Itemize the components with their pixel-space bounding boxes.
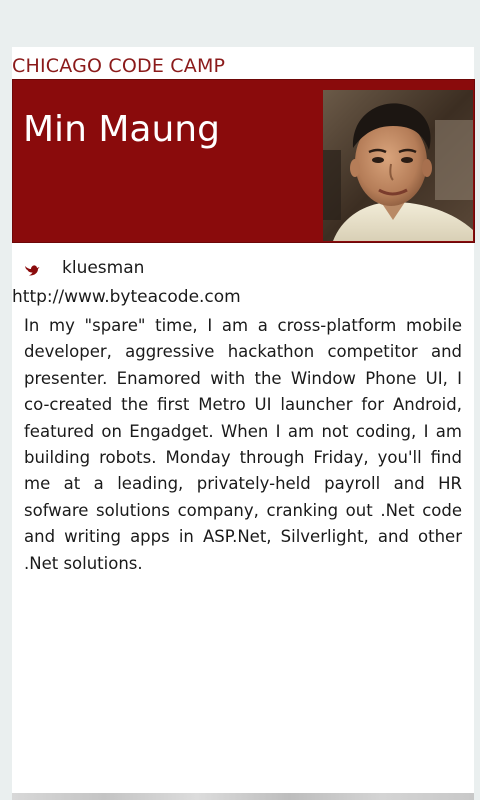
speaker-header: Min Maung xyxy=(12,79,475,243)
speaker-bio: In my "spare" time, I am a cross-platfor… xyxy=(24,316,462,573)
twitter-handle[interactable]: kluesman xyxy=(62,258,144,278)
speaker-photo xyxy=(323,90,473,241)
twitter-row[interactable]: kluesman xyxy=(24,256,144,282)
app-title: CHICAGO CODE CAMP xyxy=(12,55,226,77)
speaker-name: Min Maung xyxy=(23,109,220,150)
speaker-photo-image xyxy=(323,90,473,241)
website-link[interactable]: http://www.byteacode.com xyxy=(12,287,241,307)
bottom-image-strip xyxy=(12,793,474,800)
twitter-bird-icon xyxy=(24,262,40,276)
